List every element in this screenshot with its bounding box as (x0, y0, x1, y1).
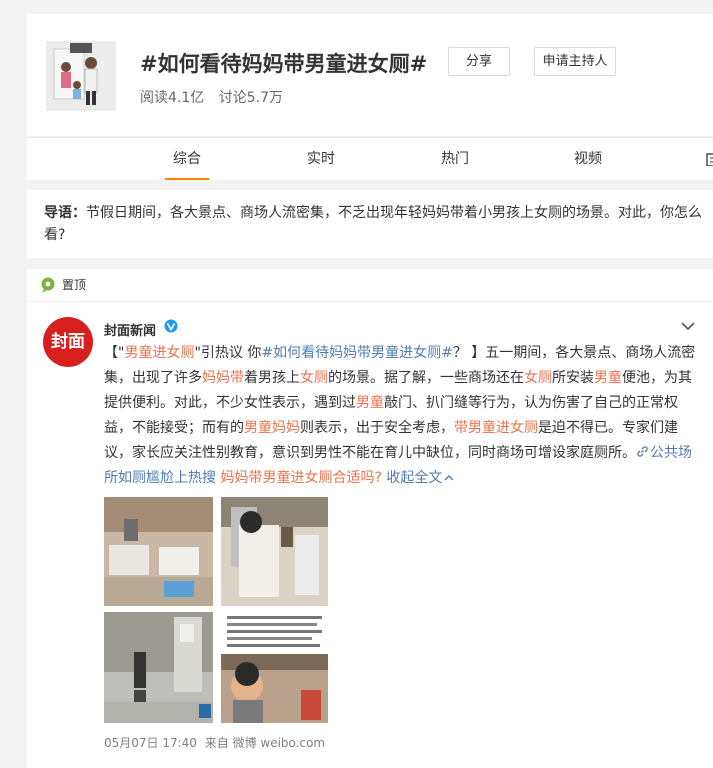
keyword-highlight: 妈妈带 (202, 370, 244, 386)
intro-label: 导语： (44, 205, 86, 221)
topic-intro: 导语：节假日期间，各大景点、商场人流密集，不乏出现年轻妈妈带着小男孩上女厕的场景… (27, 190, 713, 258)
intro-text: 导语：节假日期间，各大景点、商场人流密集，不乏出现年轻妈妈带着小男孩上女厕的场景… (44, 202, 704, 246)
verified-icon (164, 319, 178, 333)
post-date[interactable]: 05月07日 17:40 (104, 736, 197, 750)
post-image-grid (104, 497, 328, 723)
intro-body: 节假日期间，各大景点、商场人流密集，不乏出现年轻妈妈带着小男孩上女厕的场景。对此… (44, 205, 702, 243)
post-text: "引热议 你 (194, 345, 262, 361)
link-icon (637, 446, 648, 457)
post-image[interactable] (221, 612, 328, 723)
collapse-text-label: 收起全文 (381, 470, 443, 486)
chevron-down-icon[interactable] (681, 321, 695, 331)
post-image[interactable] (104, 497, 213, 606)
tab-realtime[interactable]: 实时 (296, 138, 346, 180)
topic-cover-image (46, 41, 116, 111)
pin-label: 置顶 (62, 278, 87, 292)
keyword-highlight: 男童妈妈 (244, 420, 300, 436)
keyword-highlight: 妈妈带男童进女厕合适吗? (220, 470, 382, 486)
chevron-up-icon (444, 475, 454, 481)
author-avatar[interactable]: 封面 (43, 317, 93, 367)
post-text: 【" (104, 345, 125, 361)
pin-icon (41, 277, 55, 293)
post-text: 着男孩上 (244, 370, 300, 386)
topic-tabs: 综合 实时 热门 视频 (27, 137, 713, 180)
tab-comprehensive[interactable]: 综合 (162, 138, 212, 180)
pinned-bar: 置顶 (27, 269, 713, 302)
keyword-highlight: 男童 (594, 370, 622, 386)
post-image[interactable] (104, 612, 213, 723)
topic-hashtag-link[interactable]: #如何看待妈妈带男童进女厕# (261, 345, 452, 361)
post-text: 则表示，出于安全考虑， (300, 420, 454, 436)
keyword-highlight: 女厕 (300, 370, 328, 386)
keyword-highlight: 带男童进女厕 (454, 420, 538, 436)
collapse-text-link[interactable]: 收起全文 (382, 470, 454, 486)
post-text: 的场景。据了解，一些商场还在 (328, 370, 524, 386)
read-count: 阅读4.1亿 (140, 90, 205, 106)
author-name[interactable]: 封面新闻 (104, 320, 156, 339)
keyword-highlight: 女厕 (524, 370, 552, 386)
tab-hot[interactable]: 热门 (430, 138, 480, 180)
topic-stats: 阅读4.1亿 讨论5.7万 (140, 87, 293, 107)
apply-host-button[interactable]: 申请主持人 (534, 47, 616, 76)
discussion-count: 讨论5.7万 (218, 90, 283, 106)
keyword-highlight: 男童进女厕 (124, 345, 195, 361)
share-button[interactable]: 分享 (448, 47, 510, 76)
post-body: 【"男童进女厕"引热议 你#如何看待妈妈带男童进女厕#？ 】五一期间，各大景点、… (104, 341, 700, 491)
keyword-highlight: 男童 (356, 395, 384, 411)
post-source: 来自 微博 weibo.com (204, 736, 326, 750)
tab-video[interactable]: 视频 (563, 138, 613, 180)
tab-overflow-icon (706, 152, 713, 166)
topic-header: #如何看待妈妈带男童进女厕# 阅读4.1亿 讨论5.7万 分享 申请主持人 (27, 14, 713, 136)
post-text: 所安装 (552, 370, 594, 386)
pinned-post: 置顶 封面 封面新闻 【"男童进女厕"引热议 你#如何看待妈妈带男童进女厕#？ … (27, 269, 713, 768)
post-meta: 05月07日 17:40 来自 微博 weibo.com (104, 734, 325, 751)
topic-title: #如何看待妈妈带男童进女厕# (140, 52, 428, 76)
post-image[interactable] (221, 497, 328, 606)
